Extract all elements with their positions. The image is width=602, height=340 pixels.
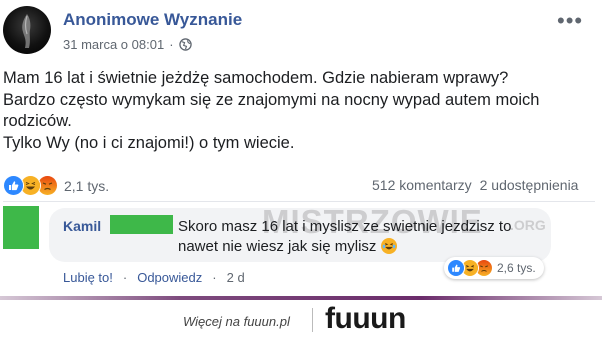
haha-emoji-icon	[380, 238, 397, 254]
engagement-counts: 512 komentarzy 2 udostępnienia	[372, 177, 578, 193]
more-options-button[interactable]: •••	[557, 8, 583, 34]
site-footer: Więcej na fuuun.pl fuuun	[0, 300, 602, 340]
comment-avatar-redacted	[3, 206, 39, 249]
footer-separator	[312, 308, 313, 332]
post-body-line: Mam 16 lat i świetnie jeżdżę samochodem.…	[3, 69, 509, 87]
comment-like-button[interactable]: Lubię to!	[63, 270, 113, 285]
like-icon	[447, 259, 465, 277]
post-author-name[interactable]: Anonimowe Wyznanie	[63, 10, 242, 30]
post-body: Mam 16 lat i świetnie jeżdżę samochodem.…	[3, 68, 583, 154]
comment-reply-button[interactable]: Odpowiedz	[137, 270, 202, 285]
globe-icon[interactable]	[178, 38, 192, 51]
comment-text: Skoro masz 16 lat i myslisz ze swietnie …	[178, 217, 543, 257]
footer-more-link[interactable]: Więcej na fuuun.pl	[183, 314, 290, 329]
reactions-count[interactable]: 2,1 tys.	[64, 178, 109, 194]
comment-reactions[interactable]: 2,6 tys.	[444, 257, 544, 279]
post-body-line: Bardzo często wymykam się ze znajomymi n…	[3, 90, 540, 131]
facebook-post: Anonimowe Wyznanie 31 marca o 08:01 · ••…	[0, 0, 602, 293]
shares-count-link[interactable]: 2 udostępnienia	[480, 177, 579, 193]
comments-count-link[interactable]: 512 komentarzy	[372, 177, 472, 193]
comment-text-content: Skoro masz 16 lat i myslisz ze swietnie …	[178, 218, 512, 255]
fuuun-logo[interactable]: fuuun	[325, 302, 406, 336]
post-timestamp[interactable]: 31 marca o 08:01	[63, 37, 164, 52]
comment-author-redaction	[110, 215, 173, 234]
author-avatar[interactable]	[3, 6, 51, 54]
post-divider	[3, 201, 595, 202]
comment-timestamp[interactable]: 2 d	[227, 270, 245, 285]
action-separator: ·	[212, 270, 217, 285]
meta-separator: ·	[169, 37, 174, 52]
like-icon	[3, 175, 24, 196]
action-separator: ·	[122, 270, 128, 285]
post-meta: 31 marca o 08:01 ·	[63, 37, 192, 52]
comment-actions: Lubię to! · Odpowiedz · 2 d	[63, 270, 245, 285]
comment-author-name[interactable]: Kamil	[63, 218, 101, 234]
comment-reactions-count: 2,6 tys.	[497, 261, 536, 275]
post-body-line: Tylko Wy (no i ci znajomi!) o tym wiecie…	[3, 133, 295, 152]
post-reactions[interactable]: 2,1 tys.	[3, 175, 109, 196]
